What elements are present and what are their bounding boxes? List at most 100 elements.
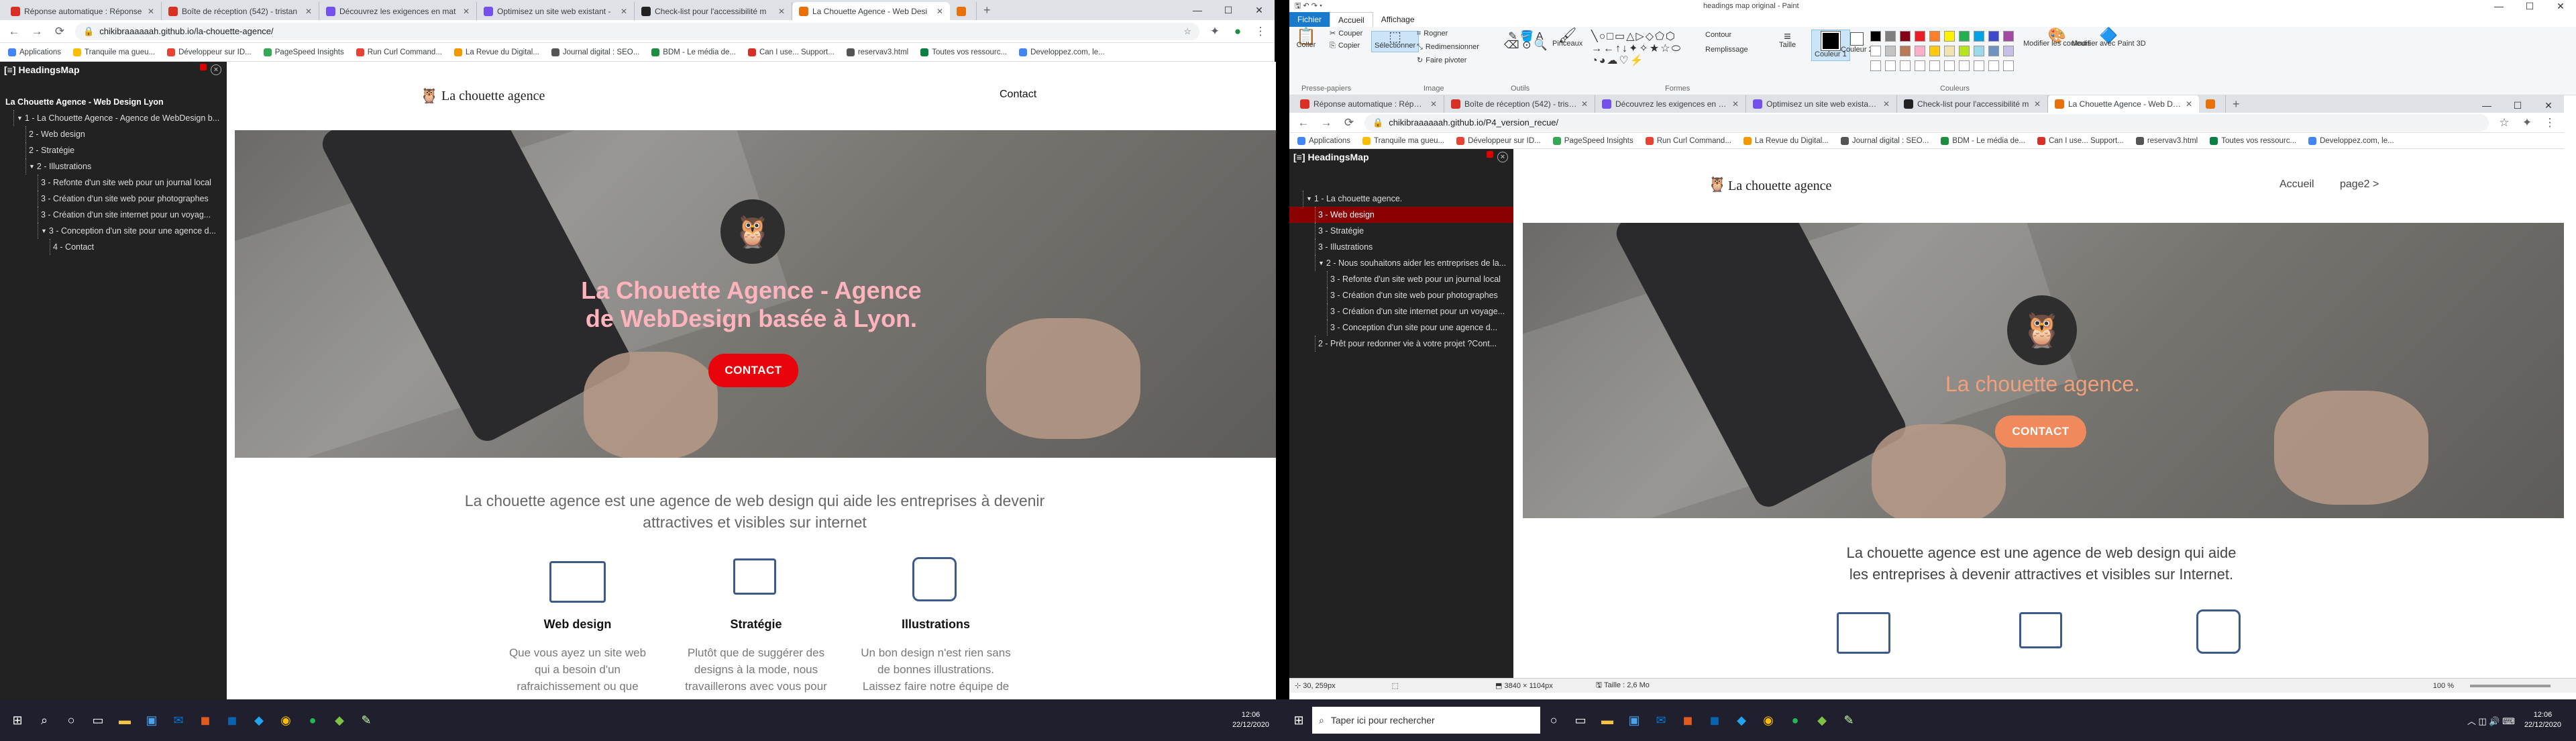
palette-swatch[interactable]	[1870, 60, 1881, 71]
nav-page2-link[interactable]: page2 >	[2340, 179, 2379, 191]
bookmark-item[interactable]: BDM - Le média de...	[651, 48, 736, 56]
rotate-button[interactable]: ↻ Faire pivoter	[1417, 56, 1466, 65]
size-button[interactable]: ≡ Taille	[1779, 30, 1796, 50]
palette-swatch[interactable]	[1929, 46, 1940, 56]
menu-icon[interactable]: ⋮	[1253, 25, 1268, 38]
palette-swatch[interactable]	[2003, 46, 2014, 56]
heading-tree-item[interactable]: ▼ 3 - Conception d'un site pour une agenc…	[0, 223, 227, 239]
palette-swatch[interactable]	[1915, 31, 1925, 42]
close-tab-icon[interactable]: ✕	[2186, 99, 2192, 109]
cortana-icon[interactable]: ○	[58, 707, 85, 734]
bookmark-item[interactable]: Tranquile ma gueu...	[73, 48, 155, 56]
heading-tree-item[interactable]: 2 - Prêt pour redonner vie à votre proje…	[1289, 336, 1513, 352]
star-icon[interactable]: ☆	[1183, 26, 1191, 37]
paint-tab-fichier[interactable]: Fichier	[1289, 12, 1330, 27]
bookmark-item[interactable]: Toutes vos ressourc...	[2210, 136, 2296, 145]
palette-swatch[interactable]	[1944, 31, 1955, 42]
bookmark-item[interactable]: Developpez.com, le...	[2308, 136, 2394, 145]
windows-start-icon[interactable]: ⊞	[4, 707, 31, 734]
maximize-icon[interactable]: ☐	[1213, 0, 1244, 20]
palette-swatch[interactable]	[1870, 31, 1881, 42]
outline-button[interactable]: Contour	[1705, 31, 1731, 40]
close-tab-icon[interactable]: ✕	[1581, 99, 1588, 109]
heading-tree-item[interactable]: ▼ 2 - Nous souhaitons aider les entrepris…	[1289, 255, 1513, 271]
palette-swatch[interactable]	[1885, 31, 1896, 42]
forward-icon[interactable]: →	[1319, 116, 1334, 130]
taskbar-search-box[interactable]: ⌕ Taper ici pour rechercher	[1312, 707, 1540, 734]
browser-tab[interactable]: Optimisez un site web existant - ✕	[1746, 95, 1897, 113]
palette-swatch[interactable]	[1944, 60, 1955, 71]
app-icon[interactable]: ◆	[326, 707, 353, 734]
palette-swatch[interactable]	[1885, 60, 1896, 71]
app-icon[interactable]: ✉	[165, 707, 192, 734]
address-bar[interactable]: 🔒 chikibraaaaaah.github.io/la-chouette-ag…	[75, 22, 1199, 40]
profile-icon[interactable]: ●	[1230, 25, 1245, 38]
palette-swatch[interactable]	[1915, 46, 1925, 56]
bookmark-item[interactable]: Développeur sur ID...	[1456, 136, 1541, 145]
brushes-button[interactable]: 🖌 Pinceaux	[1552, 28, 1582, 48]
heading-tree-item[interactable]: 3 - Illustrations	[1289, 239, 1513, 255]
bookmark-item[interactable]: Toutes vos ressourc...	[920, 48, 1007, 56]
browser-tab[interactable]: Réponse automatique : Réponse ✕	[1293, 95, 1444, 113]
browser-tab[interactable]	[950, 2, 977, 20]
heading-tree-item[interactable]: 3 - Création d'un site internet pour un …	[0, 207, 227, 223]
windows-start-icon[interactable]: ⊞	[1285, 707, 1312, 734]
reload-icon[interactable]: ⟳	[52, 25, 67, 38]
task-view-icon[interactable]: ▭	[1567, 707, 1594, 734]
heading-tree-item[interactable]: 3 - Création d'un site web pour photogra…	[0, 191, 227, 207]
hero-contact-button[interactable]: CONTACT	[1995, 415, 2086, 448]
paint3d-button[interactable]: 🔷 Modifier avec Paint 3D	[2072, 28, 2146, 48]
clock[interactable]: 12:06 22/12/2020	[1232, 710, 1269, 730]
close-tab-icon[interactable]: ✕	[1430, 99, 1437, 109]
close-tab-icon[interactable]: ✕	[305, 7, 312, 16]
extensions-icon[interactable]: ✦	[2520, 116, 2534, 130]
paint-tab-accueil[interactable]: Accueil	[1330, 12, 1373, 27]
bookmark-item[interactable]: Journal digital : SEO...	[1840, 136, 1929, 145]
heading-tree-item[interactable]: ▼ 1 - La chouette agence.	[1289, 191, 1513, 207]
browser-tab[interactable]	[2199, 95, 2226, 113]
resize-button[interactable]: ⤡ Redimensionner	[1417, 43, 1479, 52]
paint-tab-affichage[interactable]: Affichage	[1373, 12, 1423, 27]
forward-icon[interactable]: →	[30, 25, 44, 38]
palette-swatch[interactable]	[2003, 60, 2014, 71]
close-tab-icon[interactable]: ✕	[148, 7, 154, 16]
palette-swatch[interactable]	[1885, 46, 1896, 56]
paint-canvas[interactable]: Réponse automatique : Réponse ✕ Boîte de r…	[1289, 95, 2564, 678]
close-tab-icon[interactable]: ✕	[778, 7, 785, 16]
heading-tree-item[interactable]: 3 - Web design	[1289, 207, 1513, 223]
file-explorer-icon[interactable]: ▬	[1594, 707, 1621, 734]
heading-tree-item[interactable]: ▼ 1 - La Chouette Agence - Agence de WebD…	[0, 110, 227, 126]
bookmark-item[interactable]: Run Curl Command...	[1645, 136, 1731, 145]
bookmark-item[interactable]: reservav3.html	[2135, 136, 2198, 145]
expand-toggle-icon[interactable]: ▼	[29, 163, 35, 170]
clock[interactable]: 12:06 22/12/2020	[2524, 710, 2561, 730]
hero-contact-button[interactable]: CONTACT	[708, 354, 798, 387]
expand-toggle-icon[interactable]: ▼	[1318, 260, 1324, 266]
site-logo-text[interactable]: La chouette agence	[441, 89, 545, 104]
palette-swatch[interactable]	[1929, 31, 1940, 42]
minimize-icon[interactable]: —	[2471, 95, 2502, 113]
palette-swatch[interactable]	[1929, 60, 1940, 71]
bookmark-item[interactable]: Développeur sur ID...	[167, 48, 252, 56]
app-icon[interactable]: ◼	[219, 707, 246, 734]
bookmark-item[interactable]: PageSpeed Insights	[1552, 136, 1633, 145]
browser-tab[interactable]: Boîte de réception (542) - tristan ✕	[162, 2, 319, 20]
extensions-icon[interactable]: ✦	[1208, 25, 1222, 38]
app-icon[interactable]: ▣	[1621, 707, 1648, 734]
tools-group[interactable]: ✎ 🪣 A ⌫ ⊙ 🔍	[1504, 32, 1548, 51]
bookmark-item[interactable]: La Revue du Digital...	[1743, 136, 1829, 145]
close-tab-icon[interactable]: ✕	[1732, 99, 1739, 109]
heading-tree-item[interactable]: 4 - Contact	[0, 239, 227, 255]
heading-tree-item[interactable]: 3 - Création d'un site internet pour un …	[1289, 303, 1513, 319]
owl-logo-icon[interactable]: 🦉	[420, 87, 438, 105]
select-button[interactable]: ⬚ Sélectionner	[1371, 30, 1419, 52]
color2-button[interactable]: Couleur 2	[1841, 32, 1873, 54]
bookmark-apps[interactable]: Applications	[8, 48, 61, 56]
close-icon[interactable]: ×	[1497, 152, 1508, 162]
cut-button[interactable]: ✂ Couper	[1330, 30, 1362, 38]
back-icon[interactable]: ←	[1296, 116, 1311, 130]
paste-button[interactable]: 📋 Coller	[1296, 29, 1316, 50]
app-icon[interactable]: ◼	[1674, 707, 1701, 734]
task-view-icon[interactable]: ▭	[85, 707, 111, 734]
close-icon[interactable]: ✕	[2545, 0, 2576, 12]
